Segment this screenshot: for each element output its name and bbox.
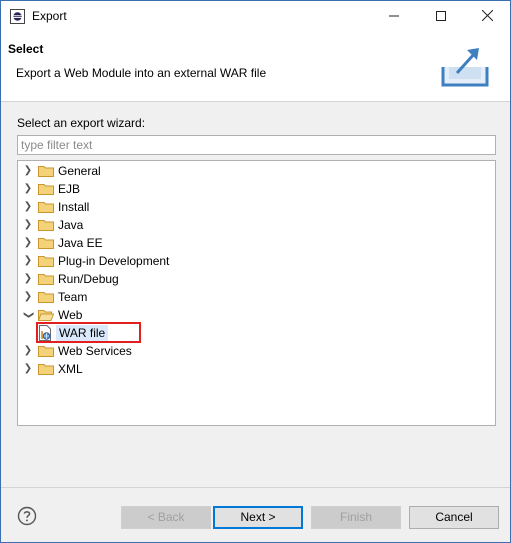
window-title: Export (32, 9, 67, 23)
chevron-right-icon[interactable]: ❯ (22, 200, 34, 214)
tree-item-label: XML (58, 362, 83, 376)
close-button[interactable] (464, 1, 510, 32)
title-bar: Export (1, 1, 510, 32)
folder-icon (38, 166, 54, 177)
tree-item-war-file[interactable]: WAR file (18, 322, 493, 343)
tree-item-team[interactable]: ❯ Team (18, 288, 493, 306)
chevron-right-icon[interactable]: ❯ (22, 344, 34, 358)
tree-item-label: General (58, 164, 101, 178)
filter-input[interactable] (17, 135, 496, 155)
folder-icon (38, 346, 54, 357)
finish-button[interactable]: Finish (311, 506, 401, 529)
chevron-right-icon[interactable]: ❯ (22, 218, 34, 232)
folder-icon (38, 292, 54, 303)
tree-item-java[interactable]: ❯ Java (18, 216, 493, 234)
maximize-button[interactable] (418, 1, 464, 32)
tree-item-ejb[interactable]: ❯ EJB (18, 180, 493, 198)
folder-icon (38, 220, 54, 231)
folder-icon (38, 274, 54, 285)
chevron-right-icon[interactable]: ❯ (22, 182, 34, 196)
button-bar-separator (1, 487, 510, 488)
back-button[interactable]: < Back (121, 506, 211, 529)
export-graphic-icon (441, 48, 489, 87)
chevron-right-icon[interactable]: ❯ (22, 272, 34, 286)
close-icon (481, 9, 493, 22)
chevron-right-icon[interactable]: ❯ (22, 254, 34, 268)
tree-item-plug-in-development[interactable]: ❯ Plug-in Development (18, 252, 493, 270)
export-wizard-label: Select an export wizard: (17, 116, 146, 130)
folder-icon (38, 184, 54, 195)
maximize-icon (436, 11, 446, 21)
tree-item-label: Web (58, 308, 83, 322)
tree-item-label: EJB (58, 182, 81, 196)
tree-item-xml[interactable]: ❯ XML (18, 360, 493, 378)
wizard-header: Select Export a Web Module into an exter… (1, 32, 510, 102)
tree-item-web-services[interactable]: ❯ Web Services (18, 342, 493, 360)
chevron-right-icon[interactable]: ❯ (22, 362, 34, 376)
minimize-button[interactable] (371, 1, 417, 32)
tree-item-label: Java (58, 218, 84, 232)
tree-item-label: Java EE (58, 236, 103, 250)
tree-item-label: Plug-in Development (58, 254, 170, 268)
minimize-icon (389, 15, 399, 17)
page-title: Select (8, 42, 44, 56)
eclipse-icon (10, 9, 25, 24)
page-description: Export a Web Module into an external WAR… (16, 66, 267, 80)
chevron-down-icon[interactable]: ❯ (21, 309, 35, 321)
folder-icon (38, 256, 54, 267)
wizard-tree[interactable]: ❯ General ❯ EJB ❯ Install ❯ Java ❯ Java … (17, 160, 496, 426)
tree-item-general[interactable]: ❯ General (18, 162, 493, 180)
folder-icon (38, 202, 54, 213)
next-button[interactable]: Next > (213, 506, 303, 529)
help-icon[interactable] (17, 506, 37, 526)
folder-open-icon (38, 310, 54, 321)
chevron-right-icon[interactable]: ❯ (22, 290, 34, 304)
annotation-highlight-box (36, 322, 141, 343)
tree-item-label: Web Services (58, 344, 132, 358)
chevron-right-icon[interactable]: ❯ (22, 164, 34, 178)
export-dialog: Export Select Export a Web Module into a… (0, 0, 511, 543)
tree-item-label: Install (58, 200, 90, 214)
tree-item-run-debug[interactable]: ❯ Run/Debug (18, 270, 493, 288)
tree-item-label: Run/Debug (58, 272, 119, 286)
cancel-button[interactable]: Cancel (409, 506, 499, 529)
tree-item-java-ee[interactable]: ❯ Java EE (18, 234, 493, 252)
tree-item-label: Team (58, 290, 88, 304)
folder-icon (38, 364, 54, 375)
chevron-right-icon[interactable]: ❯ (22, 236, 34, 250)
tree-item-install[interactable]: ❯ Install (18, 198, 493, 216)
folder-icon (38, 238, 54, 249)
